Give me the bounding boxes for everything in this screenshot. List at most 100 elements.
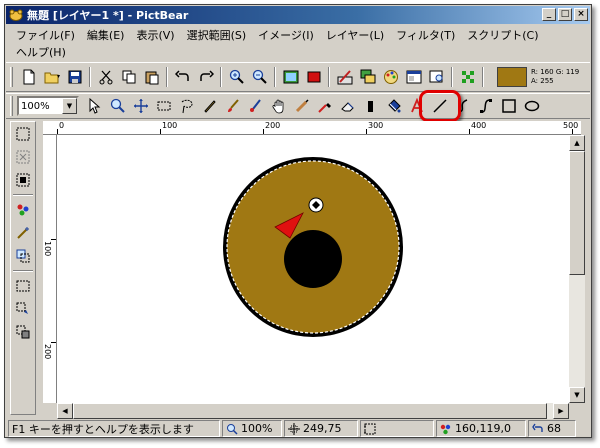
ruler-label: 200 (43, 344, 52, 360)
vertical-scroll-thumb[interactable] (569, 151, 585, 275)
menu-bar: ファイル(F) 編集(E) 表示(V) 選択範囲(S) イメージ(I) レイヤー… (6, 25, 590, 61)
maximize-button[interactable]: □ (558, 8, 572, 21)
window-icon[interactable] (402, 66, 425, 88)
scroll-right-button[interactable]: ▶ (553, 403, 569, 419)
horizontal-scrollbar[interactable]: ◀ ▶ (57, 403, 569, 419)
color-select-icon[interactable] (12, 199, 34, 221)
ruler-label: 500 (563, 121, 579, 130)
brush-palette-icon[interactable] (333, 66, 356, 88)
layers-icon[interactable] (356, 66, 379, 88)
menu-image[interactable]: イメージ(I) (252, 25, 320, 42)
scroll-down-button[interactable]: ▼ (569, 387, 585, 403)
menu-filter[interactable]: フィルタ(T) (390, 25, 461, 42)
menu-script[interactable]: スクリプト(C) (461, 25, 544, 42)
close-button[interactable]: × (574, 8, 588, 21)
status-message-panel: F1 キーを押すとヘルプを表示します (8, 420, 220, 437)
search-window-icon[interactable] (425, 66, 448, 88)
move-icon[interactable] (129, 95, 152, 117)
layer-select-icon[interactable] (12, 245, 34, 267)
ruler-label: 400 (471, 121, 487, 130)
toolbar-separator (89, 67, 91, 87)
status-undo-count: 68 (547, 422, 561, 435)
ruler-label: 0 (59, 121, 65, 130)
brush-icon[interactable] (221, 95, 244, 117)
eraser-icon[interactable] (336, 95, 359, 117)
lasso-icon[interactable] (175, 95, 198, 117)
scroll-up-button[interactable]: ▲ (569, 135, 585, 151)
menu-help[interactable]: ヘルプ(H) (10, 42, 72, 59)
horizontal-ruler: 0 100 200 300 400 500 (43, 121, 581, 135)
pen-icon[interactable] (198, 95, 221, 117)
red-rect-icon[interactable] (302, 66, 325, 88)
zoom-select[interactable]: 100% ▼ (17, 96, 79, 116)
border-select-icon[interactable] (12, 275, 34, 297)
minimize-button[interactable]: _ (542, 8, 556, 21)
menu-file[interactable]: ファイル(F) (10, 25, 81, 42)
redo-icon[interactable] (194, 66, 217, 88)
image-icon[interactable] (279, 66, 302, 88)
dropper-icon[interactable] (313, 95, 336, 117)
rectangle-icon[interactable] (497, 95, 520, 117)
undo-count-icon (532, 423, 543, 432)
color-g-value: G: 119 (555, 68, 580, 76)
title-bar[interactable]: 無題 [レイヤー1 *] - PictBear _ □ × (6, 6, 590, 24)
status-color-value: 160,119,0 (455, 422, 511, 435)
save-icon[interactable] (63, 66, 86, 88)
ellipse-icon[interactable] (520, 95, 543, 117)
save-selection-icon[interactable] (12, 321, 34, 343)
fill-icon[interactable] (382, 95, 405, 117)
new-icon[interactable] (17, 66, 40, 88)
select-all-icon[interactable] (12, 123, 34, 145)
toolbar-grip[interactable] (10, 67, 13, 87)
canvas-image (223, 157, 403, 337)
cut-icon[interactable] (94, 66, 117, 88)
status-zoom: 100% (241, 422, 273, 435)
selection-size-icon (364, 423, 376, 434)
invert-selection-icon[interactable] (12, 169, 34, 191)
chevron-down-icon[interactable]: ▼ (62, 98, 77, 114)
standard-toolbar: ▾ R: 160 G: 119 A: 255 (6, 62, 590, 92)
drawing-canvas[interactable] (57, 135, 569, 403)
status-cursor-pos: 249,75 (303, 422, 342, 435)
toolbar-grip[interactable] (10, 96, 13, 116)
scroll-left-button[interactable]: ◀ (57, 403, 73, 419)
ruler-label: 200 (265, 121, 281, 130)
status-bar: F1 キーを押すとヘルプを表示します 100% 249,75 160,119,0… (6, 419, 590, 437)
menu-selection[interactable]: 選択範囲(S) (181, 25, 253, 42)
deselect-icon[interactable] (12, 146, 34, 168)
ruler-label: 100 (43, 241, 52, 257)
window-title: 無題 [レイヤー1 *] - PictBear (27, 9, 189, 22)
zoom-out-icon[interactable] (248, 66, 271, 88)
hand-icon[interactable] (267, 95, 290, 117)
bezier-icon[interactable] (474, 95, 497, 117)
transform-selection-icon[interactable] (12, 298, 34, 320)
undo-icon[interactable] (171, 66, 194, 88)
horizontal-scroll-thumb[interactable] (73, 403, 547, 419)
copy-icon[interactable] (117, 66, 140, 88)
rect-select-icon[interactable] (152, 95, 175, 117)
vertical-scrollbar[interactable]: ▲ ▼ (569, 135, 585, 403)
vertical-ruler: 100 200 (43, 135, 57, 403)
status-message: F1 キーを押すとヘルプを表示します (12, 422, 194, 436)
menu-view[interactable]: 表示(V) (130, 25, 180, 42)
zoom-in-icon[interactable] (225, 66, 248, 88)
color-dots-icon (440, 424, 451, 434)
open-icon[interactable]: ▾ (40, 66, 63, 88)
column-separator (13, 194, 33, 196)
palette-icon[interactable] (379, 66, 402, 88)
airbrush-icon[interactable] (244, 95, 267, 117)
pointer-icon[interactable] (83, 95, 106, 117)
paste-icon[interactable] (140, 66, 163, 88)
menu-edit[interactable]: 編集(E) (81, 25, 131, 42)
menu-layer[interactable]: レイヤー(L) (320, 25, 390, 42)
column-separator (13, 270, 33, 272)
toolbar-separator (482, 67, 484, 87)
ruler-label: 300 (368, 121, 384, 130)
magic-wand-icon[interactable] (12, 222, 34, 244)
ruler-label: 100 (162, 121, 178, 130)
smudge-icon[interactable] (290, 95, 313, 117)
bucket-icon[interactable] (359, 95, 382, 117)
zoom-icon[interactable] (106, 95, 129, 117)
grid-icon[interactable] (456, 66, 479, 88)
current-color-swatch[interactable] (497, 67, 527, 87)
